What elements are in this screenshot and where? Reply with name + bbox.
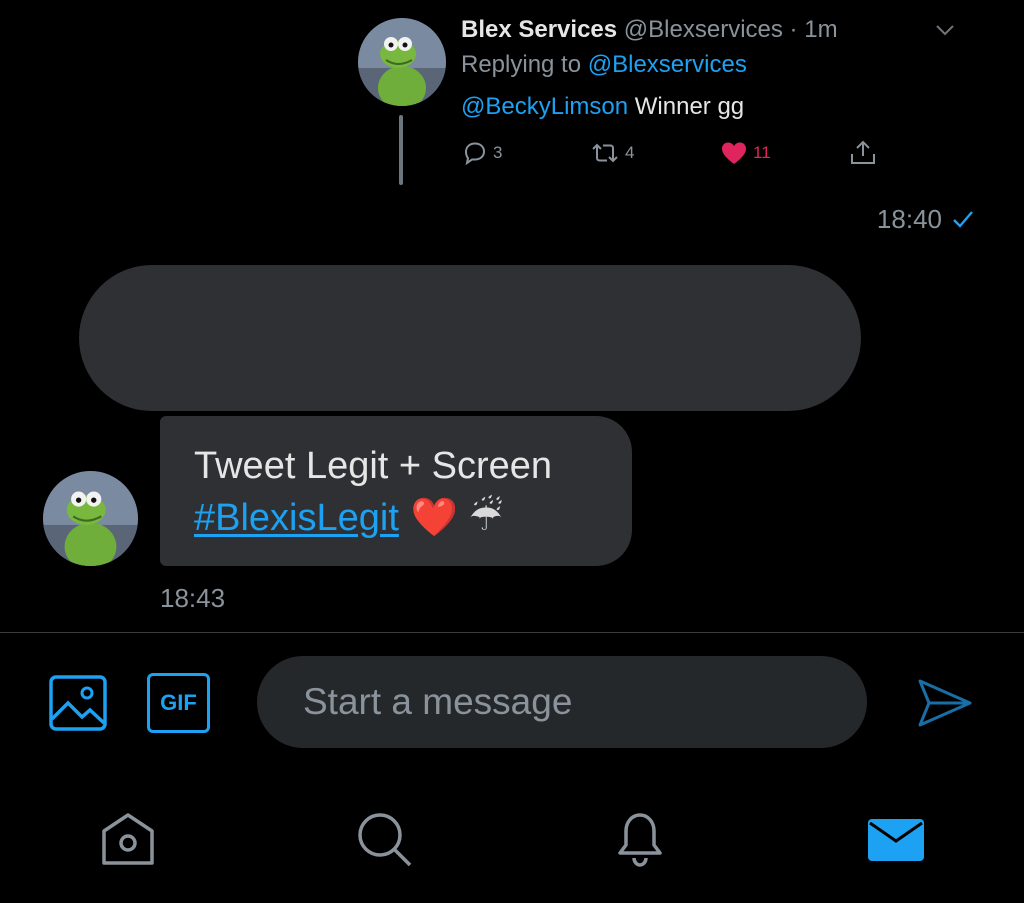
mail-icon[interactable] [864, 807, 928, 871]
tweet-author-name[interactable]: Blex Services [461, 16, 617, 43]
tweet-replying-to: Replying to @Blexservices [461, 51, 747, 79]
shared-tweet-card[interactable]: Blex Services @Blexservices · 1m Replyin… [0, 0, 1024, 195]
kermit-avatar-image [358, 18, 446, 106]
gif-label: GIF [160, 690, 197, 715]
checkmark-icon [953, 211, 973, 228]
hashtag-link[interactable]: #BlexisLegit [194, 492, 399, 544]
retweet-count: 4 [625, 143, 635, 162]
tweet-text: Winner gg [634, 93, 745, 120]
received-message-bubble[interactable]: Tweet Legit + Screen #BlexisLegit ❤️ ☔ [160, 416, 632, 566]
tweet-time: 1m [804, 16, 838, 43]
message-input[interactable] [257, 656, 867, 748]
tweet-separator: · [789, 16, 798, 43]
thread-line [399, 115, 403, 185]
sender-avatar[interactable] [43, 471, 138, 566]
sent-message-meta: 18:40 [0, 200, 1024, 236]
kermit-avatar-image [43, 471, 138, 566]
sent-time: 18:40 [876, 204, 942, 234]
tweet-mention-link[interactable]: @BeckyLimson [461, 93, 628, 120]
message-emoji: ❤️ ☔ [410, 497, 503, 539]
home-icon[interactable] [96, 807, 160, 871]
message-composer: GIF [0, 633, 1024, 773]
replying-label: Replying to [461, 51, 582, 78]
message-text: Tweet Legit + Screen [194, 445, 553, 487]
image-icon[interactable] [48, 673, 108, 733]
like-count: 11 [753, 143, 771, 162]
tweet-author-handle[interactable]: @Blexservices [624, 16, 783, 43]
reply-icon [464, 142, 486, 166]
retweet-icon [592, 143, 618, 163]
share-button[interactable] [848, 138, 878, 168]
received-time: 18:43 [160, 583, 226, 613]
replying-mention-link[interactable]: @Blexservices [588, 51, 747, 78]
chevron-down-icon[interactable] [934, 22, 956, 38]
send-icon[interactable] [915, 673, 975, 733]
search-icon[interactable] [352, 807, 416, 871]
gif-button[interactable]: GIF [147, 673, 210, 733]
share-icon [851, 140, 875, 164]
like-button[interactable]: 11 [720, 138, 771, 168]
reply-button[interactable]: 3 [462, 138, 502, 168]
tweet-header: Blex Services @Blexservices · 1m [461, 16, 838, 44]
retweet-button[interactable]: 4 [590, 138, 634, 168]
heart-icon [722, 142, 746, 164]
message-text-line2: #BlexisLegit ❤️ ☔ [194, 492, 598, 544]
tweet-author-avatar[interactable] [358, 18, 446, 106]
redacted-message-bubble [79, 265, 861, 411]
bottom-tab-bar [0, 773, 1024, 903]
bell-icon[interactable] [608, 807, 672, 871]
tweet-body: @BeckyLimson Winner gg [461, 93, 744, 121]
reply-count: 3 [493, 143, 503, 162]
